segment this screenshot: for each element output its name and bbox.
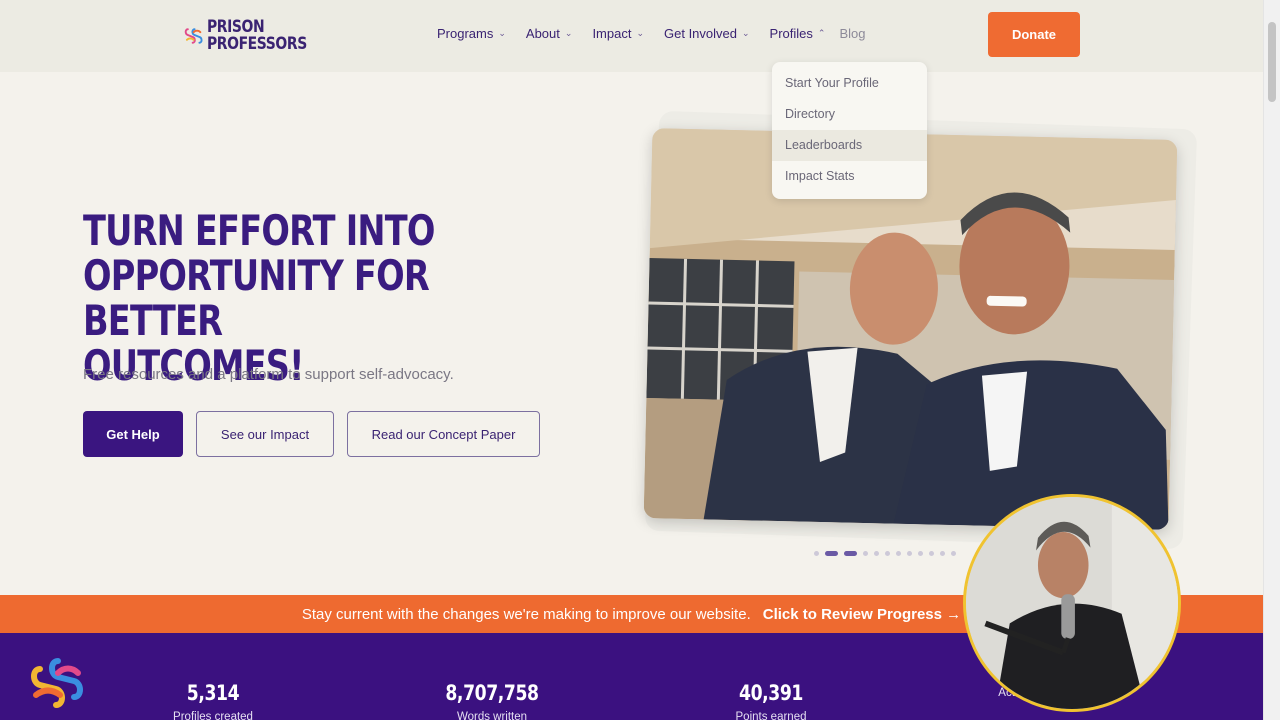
stat-value: 8,707,758 (445, 681, 539, 705)
see-impact-button[interactable]: See our Impact (196, 411, 334, 457)
presenter-video (966, 497, 1178, 709)
menu-item-leaderboards[interactable]: Leaderboards (772, 130, 927, 161)
stat-words: 8,707,758 Words written (412, 681, 572, 720)
carousel-dot[interactable] (907, 551, 912, 556)
concept-paper-button[interactable]: Read our Concept Paper (347, 411, 540, 457)
chevron-down-icon: ⌄ (636, 28, 644, 38)
nav-get-involved-label: Get Involved (664, 26, 737, 41)
menu-item-impact-stats[interactable]: Impact Stats (772, 161, 927, 192)
hero-title-line2: OPPORTUNITY FOR BETTER (83, 251, 430, 345)
stat-label: Profiles created (173, 711, 253, 720)
stat-label: Points earned (735, 711, 807, 720)
hero-title-line1: TURN EFFORT INTO (83, 206, 435, 255)
stat-label: Words written (456, 711, 528, 720)
nav-programs[interactable]: Programs ⌄ (437, 26, 506, 41)
profiles-dropdown-menu: Start Your Profile Directory Leaderboard… (772, 62, 927, 199)
logo-mark-icon (31, 658, 83, 708)
carousel-dot[interactable] (863, 551, 868, 556)
scrollbar-thumb[interactable] (1268, 22, 1276, 102)
carousel-dot[interactable] (918, 551, 923, 556)
nav-profiles-label: Profiles (769, 26, 813, 41)
main-nav: Programs ⌄ About ⌄ Impact ⌄ Get Involved… (437, 26, 885, 41)
carousel-indicators (814, 551, 956, 556)
chevron-down-icon: ⌄ (742, 28, 750, 38)
menu-item-directory[interactable]: Directory (772, 99, 927, 130)
webcam-overlay (963, 494, 1181, 712)
nav-blog-label: Blog (839, 26, 866, 41)
hero-title: TURN EFFORT INTO OPPORTUNITY FOR BETTER … (83, 208, 467, 388)
logo-icon (184, 28, 203, 44)
chevron-down-icon: ⌄ (564, 28, 573, 38)
logo-text-line2: PROFESSORS (207, 34, 308, 54)
nav-get-involved[interactable]: Get Involved ⌄ (664, 26, 750, 41)
nav-impact[interactable]: Impact ⌄ (592, 26, 644, 41)
carousel-dot[interactable] (951, 551, 956, 556)
nav-profiles[interactable]: Profiles ⌃ (770, 26, 826, 41)
carousel-dot[interactable] (885, 551, 890, 556)
review-progress-link[interactable]: Click to Review Progress → (763, 606, 961, 623)
carousel-dot-active[interactable] (825, 551, 838, 556)
nav-programs-label: Programs (437, 26, 494, 41)
carousel-dot[interactable] (814, 551, 819, 556)
chevron-down-icon: ⌄ (498, 28, 506, 38)
nav-impact-label: Impact (592, 26, 632, 41)
carousel-dot[interactable] (896, 551, 901, 556)
logo-text: PRISON PROFESSORS (207, 19, 307, 53)
stat-value: 40,391 (738, 681, 803, 705)
site-header: PRISON PROFESSORS Programs ⌄ About ⌄ Imp… (0, 0, 1263, 72)
carousel-dot[interactable] (844, 551, 857, 556)
carousel-dot[interactable] (929, 551, 934, 556)
chevron-up-icon: ⌃ (817, 28, 826, 38)
stat-profiles: 5,314 Profiles created (133, 681, 293, 720)
hero-subtitle: Free resources and a platform to support… (83, 366, 454, 383)
nav-about-label: About (525, 26, 560, 41)
donate-button[interactable]: Donate (988, 12, 1080, 57)
get-help-button[interactable]: Get Help (83, 411, 183, 457)
page-scrollbar[interactable] (1263, 0, 1280, 720)
nav-about[interactable]: About ⌄ (526, 26, 573, 41)
carousel-dot[interactable] (940, 551, 945, 556)
nav-blog[interactable]: Blog (839, 26, 865, 41)
stat-points: 40,391 Points earned (691, 681, 851, 720)
banner-text: Stay current with the changes we're maki… (301, 605, 751, 623)
stat-value: 5,314 (186, 681, 240, 705)
carousel-dot[interactable] (874, 551, 879, 556)
menu-item-start-profile[interactable]: Start Your Profile (772, 68, 927, 99)
logo[interactable]: PRISON PROFESSORS (184, 15, 329, 57)
